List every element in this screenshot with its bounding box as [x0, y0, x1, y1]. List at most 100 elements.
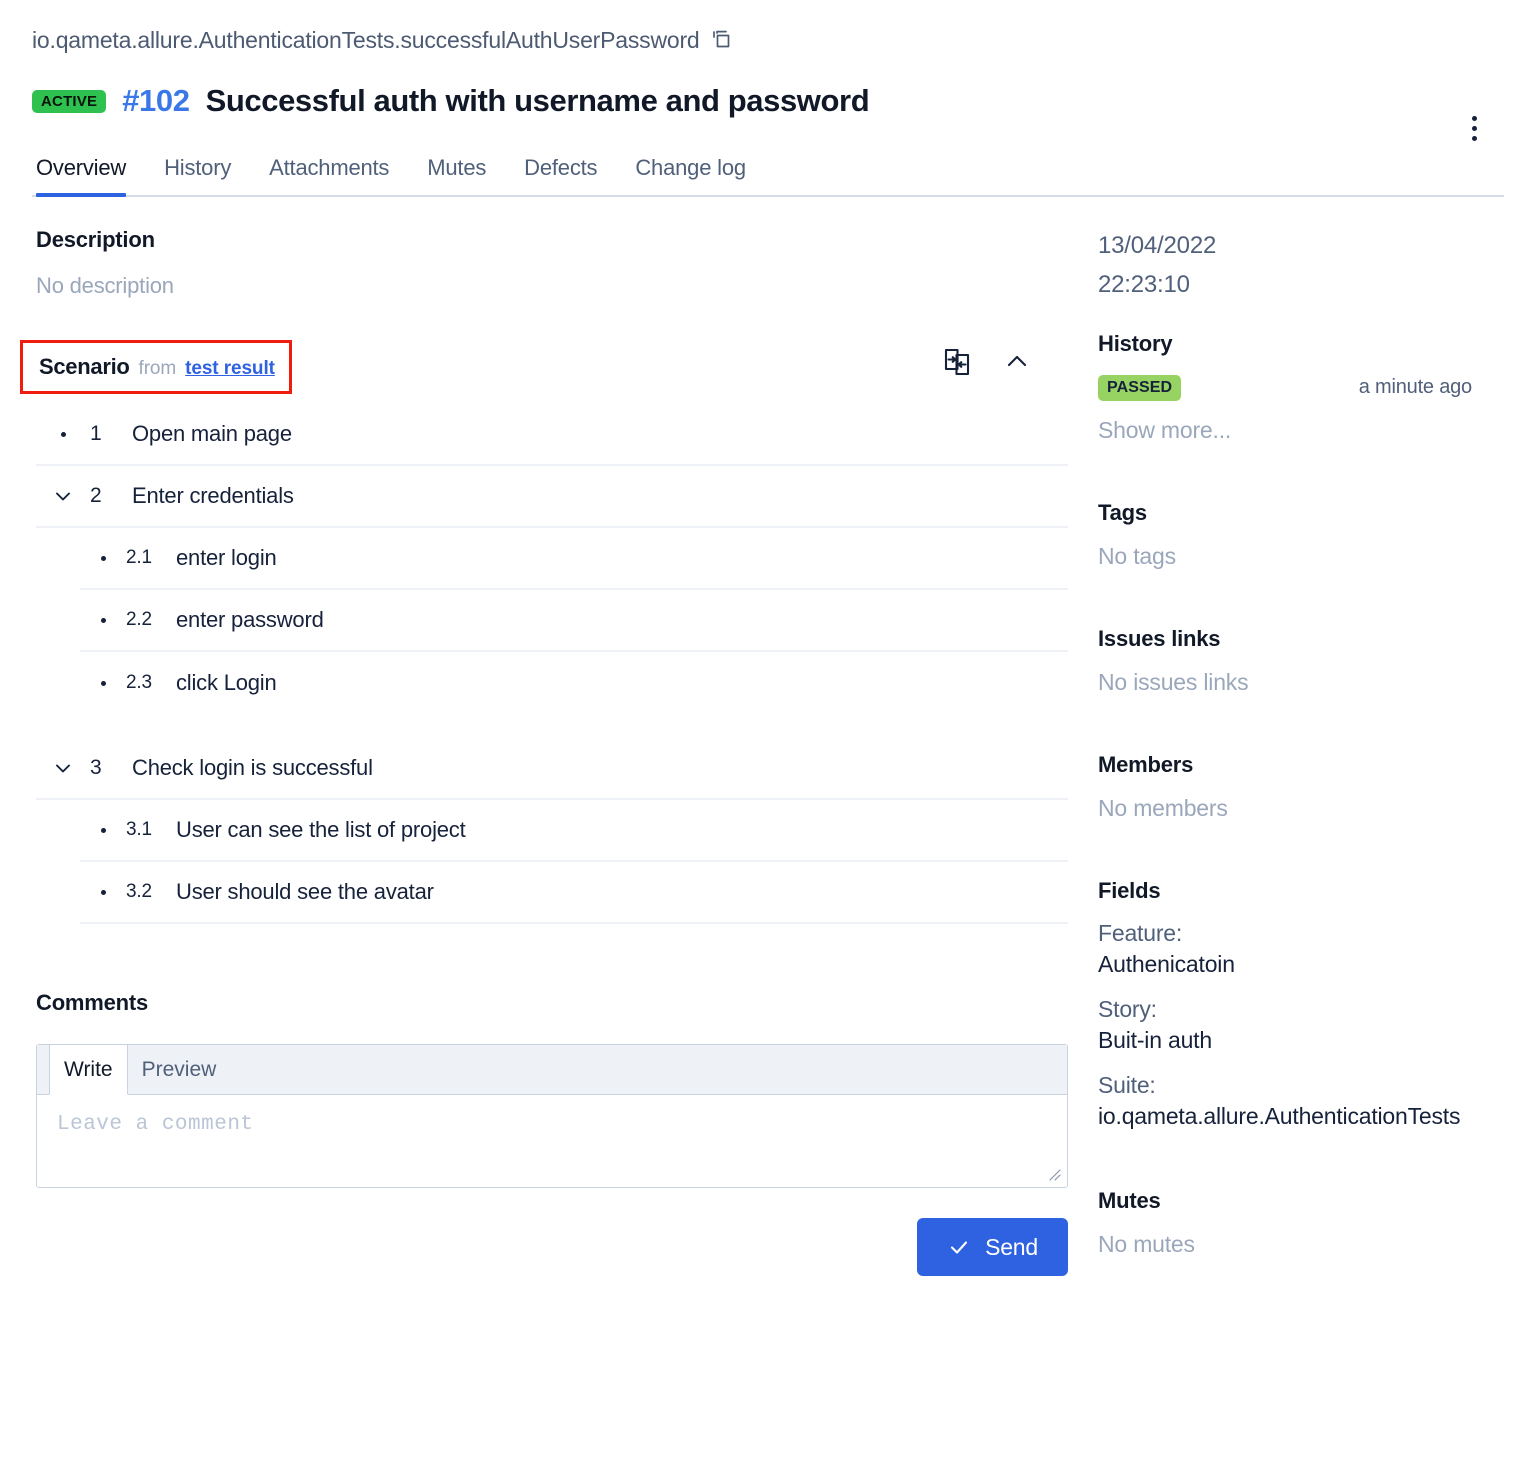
members-heading: Members: [1098, 752, 1498, 778]
step-number: 3.1: [126, 819, 166, 841]
tags-empty-text: No tags: [1098, 543, 1498, 570]
scenario-actions: [942, 346, 1032, 381]
step-name: Open main page: [132, 421, 292, 447]
bullet-icon: [80, 828, 126, 833]
step-group-spacer: [36, 714, 1068, 738]
step-name: Enter credentials: [132, 483, 294, 509]
comment-input-area[interactable]: Leave a comment: [37, 1095, 1067, 1187]
step-name: User can see the list of project: [176, 817, 466, 843]
tags-heading: Tags: [1098, 500, 1498, 526]
description-empty-text: No description: [36, 273, 1068, 299]
mutes-heading: Mutes: [1098, 1188, 1498, 1214]
issues-links-heading: Issues links: [1098, 626, 1498, 652]
breadcrumb: io.qameta.allure.AuthenticationTests.suc…: [32, 0, 1504, 54]
check-icon: [947, 1235, 971, 1259]
status-badge: ACTIVE: [32, 90, 106, 113]
bullet-icon: [80, 890, 126, 895]
step-name: Check login is successful: [132, 755, 373, 781]
breadcrumb-path: io.qameta.allure.AuthenticationTests.suc…: [32, 27, 700, 54]
step-name: enter login: [176, 545, 277, 571]
field-value-feature: Authenicatoin: [1098, 949, 1498, 980]
kebab-dot: [1472, 126, 1477, 131]
tab-defects[interactable]: Defects: [505, 155, 616, 197]
step-name: click Login: [176, 670, 277, 696]
field-key-feature: Feature:: [1098, 920, 1498, 947]
field-value-story: Buit-in auth: [1098, 1025, 1498, 1056]
sidebar: 13/04/2022 22:23:10 History PASSED a min…: [1068, 227, 1498, 1276]
field-key-story: Story:: [1098, 996, 1498, 1023]
members-empty-text: No members: [1098, 795, 1498, 822]
issue-number[interactable]: #102: [122, 83, 189, 119]
field-value-suite: io.qameta.allure.AuthenticationTests: [1098, 1101, 1498, 1132]
page-title-row: ACTIVE #102 Successful auth with usernam…: [32, 83, 1504, 119]
created-date: 13/04/2022: [1098, 227, 1498, 266]
scenario-source-link[interactable]: test result: [185, 358, 275, 380]
show-more-link[interactable]: Show more...: [1098, 417, 1498, 444]
created-time: 22:23:10: [1098, 266, 1498, 305]
step-name: enter password: [176, 607, 324, 633]
kebab-menu-icon[interactable]: [1459, 110, 1489, 146]
scenario-title-highlight: Scenario from test result: [20, 340, 292, 394]
kebab-dot: [1472, 116, 1477, 121]
tab-history[interactable]: History: [145, 155, 250, 197]
scenario-heading: Scenario: [39, 354, 130, 380]
tab-write[interactable]: Write: [49, 1045, 128, 1095]
test-case-detail-page: io.qameta.allure.AuthenticationTests.suc…: [0, 0, 1536, 1460]
step-row[interactable]: 3 Check login is successful: [36, 738, 1068, 800]
issues-links-empty-text: No issues links: [1098, 669, 1498, 696]
description-section: Description No description: [36, 227, 1068, 299]
comment-placeholder: Leave a comment: [57, 1113, 254, 1136]
step-number: 2.3: [126, 672, 166, 694]
field-key-suite: Suite:: [1098, 1072, 1498, 1099]
step-number: 3.2: [126, 881, 166, 903]
history-heading: History: [1098, 331, 1498, 357]
step-number: 3: [90, 756, 120, 780]
tab-change-log[interactable]: Change log: [616, 155, 765, 197]
scenario-header: Scenario from test result: [36, 340, 1068, 396]
mutes-empty-text: No mutes: [1098, 1231, 1498, 1258]
step-number: 2.1: [126, 547, 166, 569]
tab-overview[interactable]: Overview: [32, 155, 145, 197]
send-button-label: Send: [985, 1234, 1038, 1261]
bullet-icon: [36, 432, 90, 437]
page-title: Successful auth with username and passwo…: [206, 83, 870, 119]
step-row[interactable]: 1 Open main page: [36, 404, 1068, 466]
step-row[interactable]: 2.1 enter login: [80, 528, 1068, 590]
bullet-icon: [80, 618, 126, 623]
scenario-steps: 1 Open main page 2 Enter credentials 2.1…: [36, 404, 1068, 924]
chevron-down-icon[interactable]: [36, 757, 90, 779]
copy-icon[interactable]: [710, 29, 734, 53]
tab-bar: Overview History Attachments Mutes Defec…: [32, 153, 1504, 197]
step-row[interactable]: 3.1 User can see the list of project: [80, 800, 1068, 862]
resize-handle-icon[interactable]: [1047, 1167, 1061, 1181]
step-number: 2: [90, 484, 120, 508]
chevron-up-icon[interactable]: [1002, 347, 1032, 380]
description-heading: Description: [36, 227, 1068, 253]
scenario-from-label: from: [139, 358, 177, 380]
bullet-icon: [80, 556, 126, 561]
comment-editor-tabs: Write Preview: [37, 1045, 1067, 1095]
step-name: User should see the avatar: [176, 879, 434, 905]
main-content: Description No description Scenario from…: [32, 227, 1068, 1276]
comment-actions: Send: [36, 1218, 1068, 1276]
tab-preview[interactable]: Preview: [128, 1045, 231, 1094]
collapse-panels-icon[interactable]: [942, 346, 974, 381]
step-row[interactable]: 2 Enter credentials: [36, 466, 1068, 528]
history-time-ago: a minute ago: [1359, 376, 1472, 399]
kebab-dot: [1472, 136, 1477, 141]
step-row[interactable]: 2.3 click Login: [80, 652, 1068, 714]
history-row[interactable]: PASSED a minute ago: [1098, 375, 1498, 401]
tab-mutes[interactable]: Mutes: [408, 155, 505, 197]
step-row[interactable]: 2.2 enter password: [80, 590, 1068, 652]
comment-editor: Write Preview Leave a comment: [36, 1044, 1068, 1188]
step-number: 2.2: [126, 609, 166, 631]
chevron-down-icon[interactable]: [36, 485, 90, 507]
step-number: 1: [90, 422, 120, 446]
send-button[interactable]: Send: [917, 1218, 1068, 1276]
comments-heading: Comments: [36, 990, 1068, 1016]
history-status-badge: PASSED: [1098, 375, 1181, 401]
fields-heading: Fields: [1098, 878, 1498, 904]
tab-attachments[interactable]: Attachments: [250, 155, 408, 197]
bullet-icon: [80, 681, 126, 686]
step-row[interactable]: 3.2 User should see the avatar: [80, 862, 1068, 924]
